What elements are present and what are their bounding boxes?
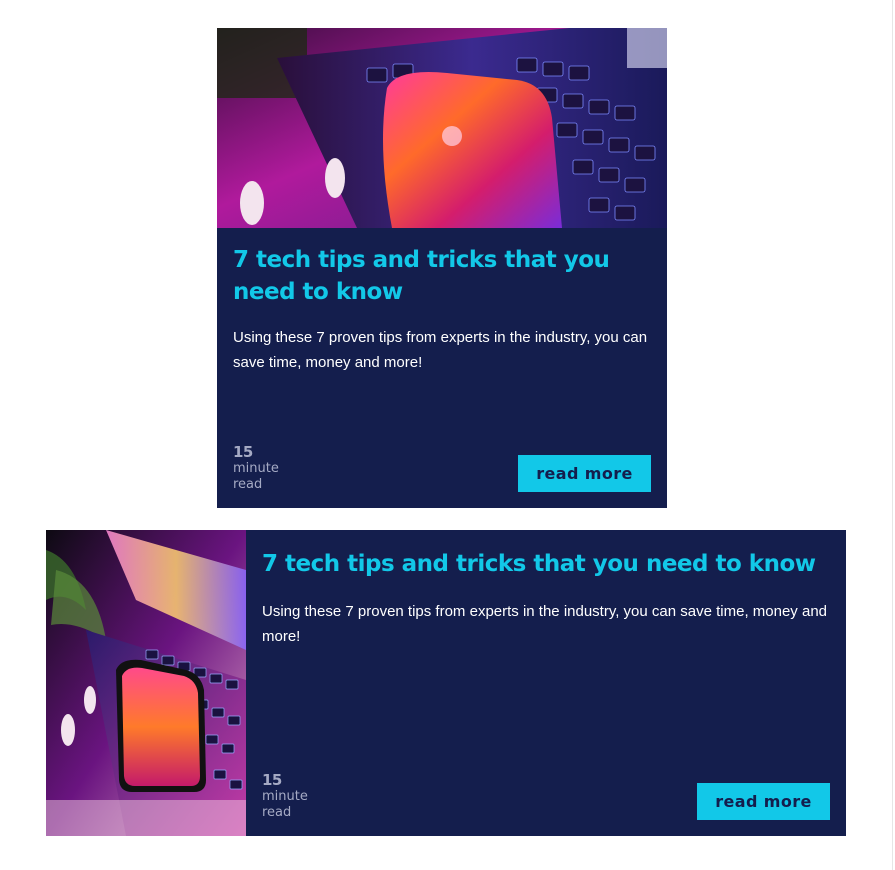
article-title[interactable]: 7 tech tips and tricks that you need to …	[262, 548, 832, 580]
read-time-unit: minute	[262, 789, 308, 804]
read-time-number: 15	[233, 443, 253, 461]
read-time-suffix: read	[233, 477, 263, 492]
laptop-phone-image	[46, 530, 246, 836]
article-title[interactable]: 7 tech tips and tricks that you need to …	[233, 244, 653, 308]
article-excerpt: Using these 7 proven tips from experts i…	[262, 603, 828, 645]
read-more-button[interactable]: read more	[518, 455, 651, 492]
read-time: 15 minute read	[262, 771, 308, 821]
article-card-vertical: 7 tech tips and tricks that you need to …	[217, 28, 667, 508]
read-time-number: 15	[262, 771, 282, 789]
read-time-unit: minute	[233, 461, 279, 476]
read-time: 15 minute read	[233, 443, 279, 493]
article-card-horizontal: 7 tech tips and tricks that you need to …	[46, 530, 846, 836]
article-thumbnail[interactable]	[46, 530, 246, 836]
article-thumbnail[interactable]	[217, 28, 667, 228]
read-time-suffix: read	[262, 805, 292, 820]
read-more-button[interactable]: read more	[697, 783, 830, 820]
article-excerpt: Using these 7 proven tips from experts i…	[233, 329, 648, 371]
page-edge-divider	[892, 0, 893, 870]
laptop-phone-image	[217, 28, 667, 228]
